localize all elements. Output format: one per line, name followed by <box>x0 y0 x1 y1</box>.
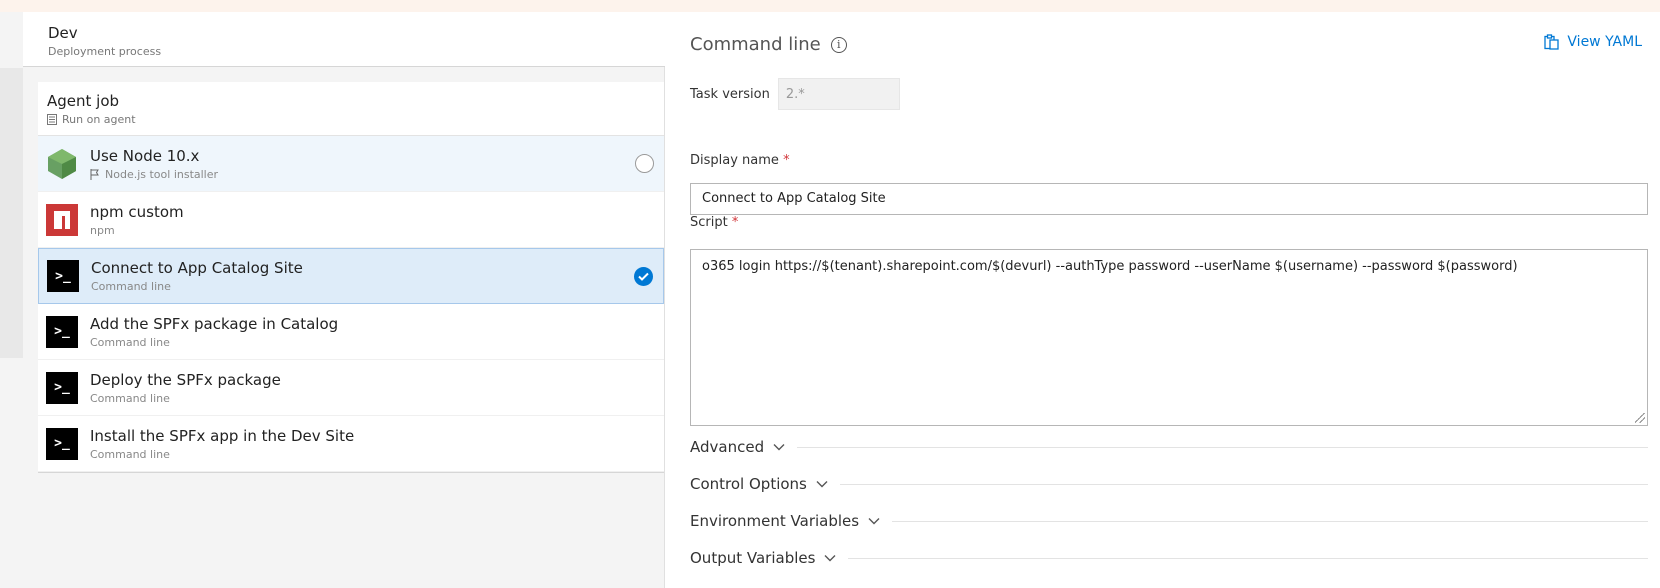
section-divider <box>797 446 1648 448</box>
chevron-down-icon <box>824 555 836 562</box>
section-control-options[interactable]: Control Options <box>690 475 1648 493</box>
script-label: Script * <box>690 215 738 230</box>
task-name: Use Node 10.x <box>90 146 200 165</box>
task-name: Connect to App Catalog Site <box>91 259 303 277</box>
task-item-selected[interactable]: >_ Connect to App Catalog Site Command l… <box>38 248 664 304</box>
section-label: Environment Variables <box>690 512 860 530</box>
task-type: Command line <box>91 280 171 293</box>
flag-icon <box>90 168 99 180</box>
task-type: Node.js tool installer <box>105 167 219 181</box>
task-subtitle-row: Node.js tool installer <box>90 168 218 181</box>
display-name-label-text: Display name <box>690 153 779 168</box>
info-icon[interactable]: i <box>830 36 847 53</box>
command-line-icon: >_ <box>47 260 79 292</box>
display-name-label: Display name * <box>690 153 790 168</box>
task-type: Command line <box>90 447 170 461</box>
panel-title-text: Command line <box>690 34 821 55</box>
environment-subtitle: Deployment process <box>48 45 162 58</box>
task-name: npm custom <box>90 202 184 221</box>
view-yaml-link[interactable]: View YAML <box>1544 34 1642 50</box>
environment-title: Dev <box>48 24 78 42</box>
script-label-text: Script <box>690 215 728 230</box>
left-rail <box>0 12 23 588</box>
checkmark-icon[interactable] <box>634 267 653 286</box>
task-item[interactable]: >_ Install the SPFx app in the Dev Site … <box>38 416 664 472</box>
task-name: Add the SPFx package in Catalog <box>90 314 339 333</box>
task-text: npm custom npm <box>90 203 184 237</box>
agent-job[interactable]: Agent job Run on agent <box>38 82 664 136</box>
job-list: Agent job Run on agent Use Node 10.x Nod… <box>38 82 664 473</box>
agent-job-subtitle: Run on agent <box>62 113 136 126</box>
task-version-select[interactable]: 2.* <box>777 78 900 110</box>
environment-header[interactable]: Dev Deployment process <box>23 12 665 67</box>
section-environment-variables[interactable]: Environment Variables <box>690 512 1648 530</box>
script-textarea[interactable]: o365 login https://$(tenant).sharepoint.… <box>690 249 1648 426</box>
task-item[interactable]: >_ Deploy the SPFx package Command line <box>38 360 664 416</box>
command-line-icon: >_ <box>46 371 78 404</box>
task-version-label: Task version <box>690 86 770 102</box>
panel-title: Command line i <box>690 34 847 55</box>
chevron-down-icon <box>868 518 880 525</box>
top-notification-strip <box>0 0 1660 12</box>
section-label: Advanced <box>690 438 765 456</box>
required-mark: * <box>731 215 739 230</box>
task-text: Deploy the SPFx package Command line <box>90 371 281 405</box>
task-type: npm <box>90 223 115 237</box>
task-name: Install the SPFx app in the Dev Site <box>90 426 355 445</box>
left-rail-block <box>0 68 23 358</box>
required-mark: * <box>783 153 790 168</box>
task-type: Command line <box>90 391 170 405</box>
task-item[interactable]: Use Node 10.x Node.js tool installer <box>38 136 664 192</box>
section-divider <box>848 557 1648 559</box>
view-yaml-label: View YAML <box>1567 34 1642 50</box>
task-name: Deploy the SPFx package <box>90 370 281 389</box>
agent-job-subtitle-row: Run on agent <box>47 113 664 126</box>
task-text: Connect to App Catalog Site Command line <box>91 259 303 293</box>
section-label: Output Variables <box>690 549 816 567</box>
section-divider <box>892 520 1648 522</box>
npm-icon <box>46 203 78 236</box>
task-text: Add the SPFx package in Catalog Command … <box>90 315 338 349</box>
server-icon <box>47 114 57 125</box>
section-output-variables[interactable]: Output Variables <box>690 549 1648 567</box>
task-details-pane: Command line i View YAML Task version 2.… <box>666 12 1660 588</box>
script-text: o365 login https://$(tenant).sharepoint.… <box>702 259 1518 274</box>
agent-job-title: Agent job <box>47 92 120 110</box>
chevron-down-icon <box>773 444 785 451</box>
task-text: Use Node 10.x Node.js tool installer <box>90 147 218 181</box>
clipboard-icon <box>1544 34 1560 50</box>
task-version-row: Task version 2.* <box>690 78 900 110</box>
nodejs-icon <box>46 148 78 180</box>
resize-handle[interactable] <box>1635 413 1645 423</box>
pipeline-tasks-pane: Dev Deployment process Agent job Run on … <box>23 12 665 588</box>
task-text: Install the SPFx app in the Dev Site Com… <box>90 427 354 461</box>
section-label: Control Options <box>690 475 807 493</box>
display-name-input[interactable]: Connect to App Catalog Site <box>690 183 1648 215</box>
command-line-icon: >_ <box>46 427 78 460</box>
section-advanced[interactable]: Advanced <box>690 438 1648 456</box>
section-divider <box>839 483 1648 485</box>
task-select-radio[interactable] <box>635 154 654 173</box>
task-item[interactable]: >_ Add the SPFx package in Catalog Comma… <box>38 304 664 360</box>
chevron-down-icon <box>816 481 828 488</box>
task-item[interactable]: npm custom npm <box>38 192 664 248</box>
command-line-icon: >_ <box>46 315 78 348</box>
task-type: Command line <box>90 335 170 349</box>
